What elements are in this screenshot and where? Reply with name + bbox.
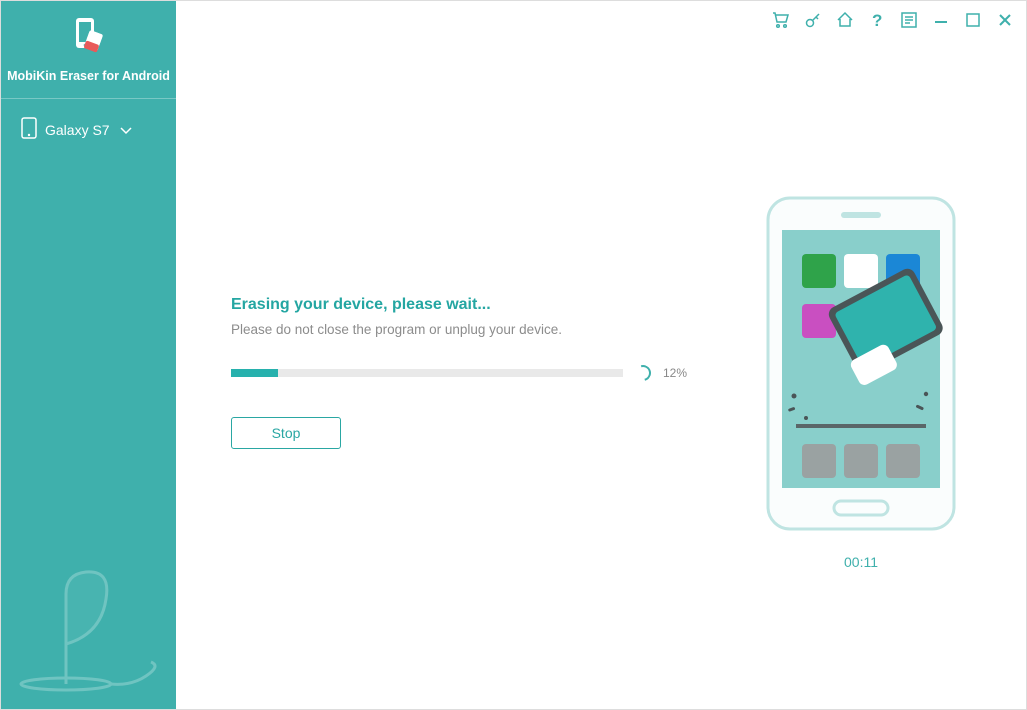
app-logo-icon [68,16,110,61]
device-name: Galaxy S7 [45,122,110,138]
progress-title: Erasing your device, please wait... [231,296,691,314]
app-title: MobiKin Eraser for Android [1,69,176,83]
phone-icon [21,117,37,142]
progress-row: 12% [231,365,691,381]
sidebar: MobiKin Eraser for Android Galaxy S7 [1,1,176,709]
phone-illustration-block: 00:11 [766,196,956,570]
elapsed-time: 00:11 [766,554,956,570]
stop-button[interactable]: Stop [231,417,341,449]
spinner-icon [632,362,654,384]
main-panel: ? Erasing your device, please wait... Pl… [176,1,1026,709]
window-controls: ? [772,11,1014,29]
minimize-icon[interactable] [932,11,950,29]
close-icon[interactable] [996,11,1014,29]
progress-panel: Erasing your device, please wait... Plea… [231,296,691,449]
key-icon[interactable] [804,11,822,29]
phone-erasing-illustration-icon [766,518,956,535]
svg-text:?: ? [872,11,882,29]
progress-fill [231,369,278,377]
home-icon[interactable] [836,11,854,29]
app-window: MobiKin Eraser for Android Galaxy S7 [0,0,1027,710]
feedback-icon[interactable] [900,11,918,29]
progress-subtitle: Please do not close the program or unplu… [231,322,691,337]
device-selector[interactable]: Galaxy S7 [1,99,176,160]
progress-bar [231,369,623,377]
sidebar-decoration-icon [11,544,166,699]
cart-icon[interactable] [772,11,790,29]
help-icon[interactable]: ? [868,11,886,29]
progress-percent: 12% [663,366,691,380]
maximize-icon[interactable] [964,11,982,29]
chevron-down-icon [120,122,132,138]
logo-block: MobiKin Eraser for Android [1,1,176,99]
